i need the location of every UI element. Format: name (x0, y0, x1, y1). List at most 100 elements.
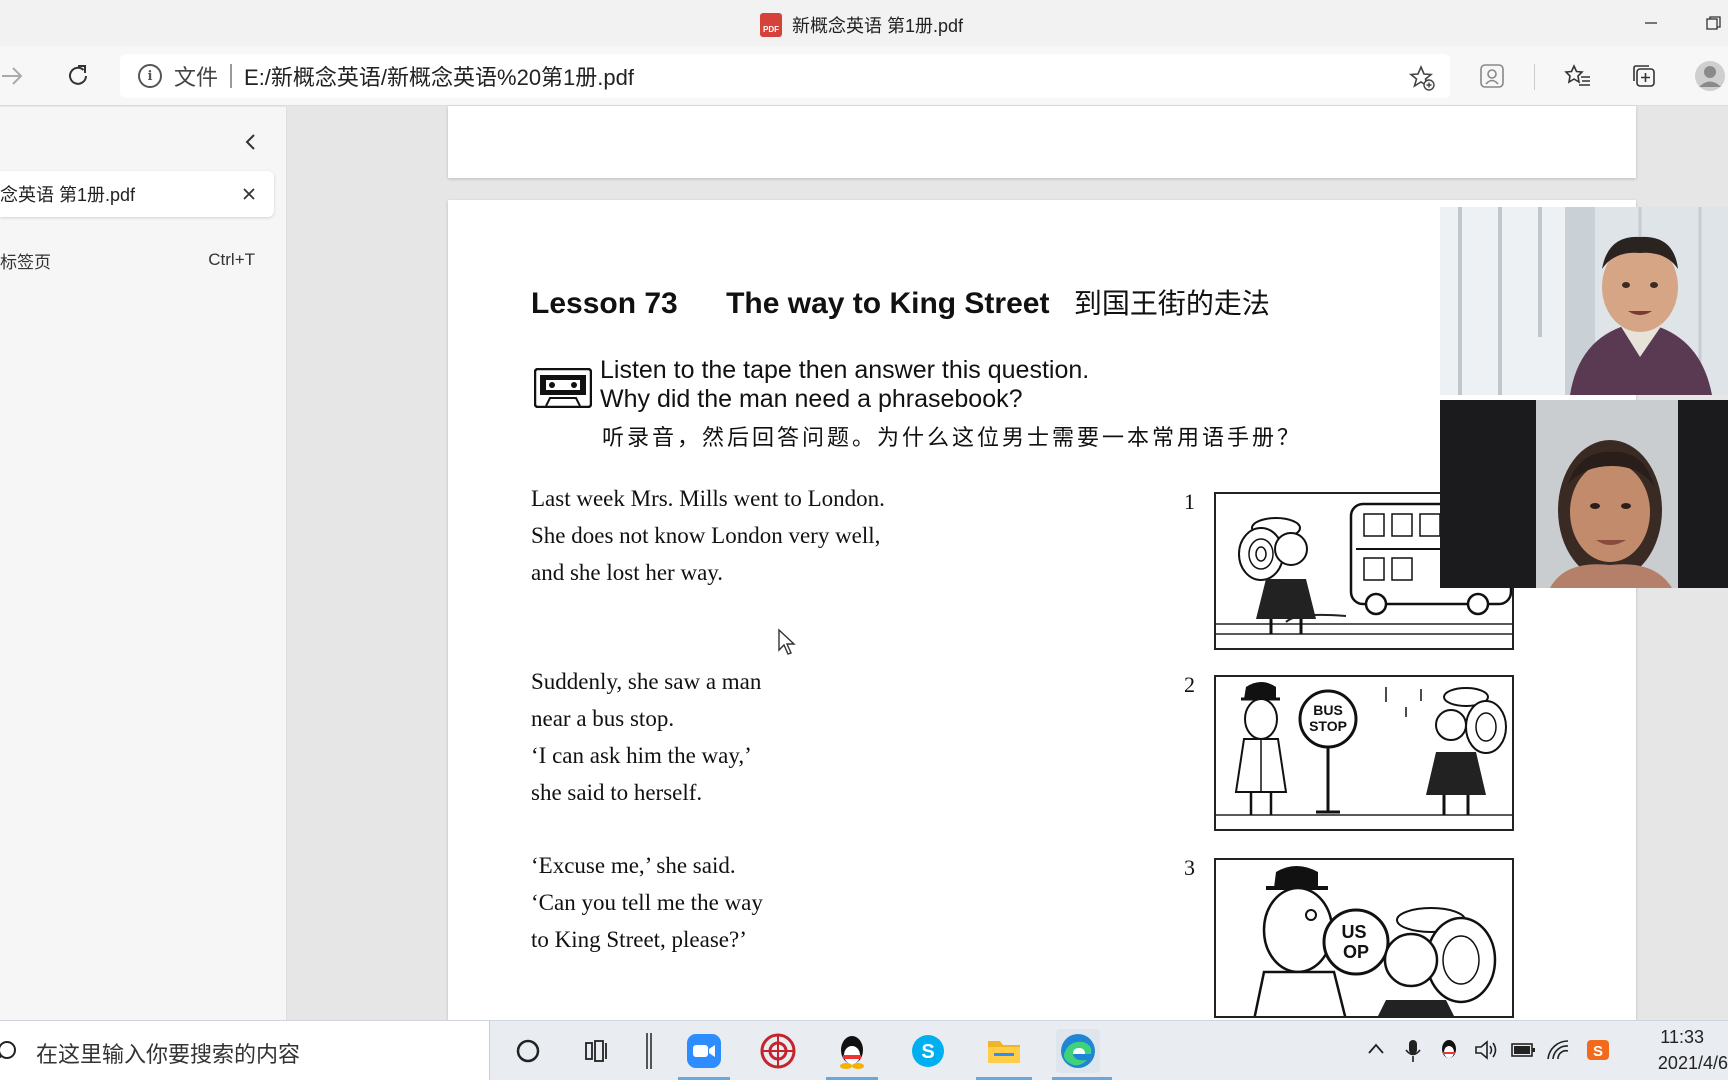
question-line-1: Listen to the tape then answer this ques… (600, 356, 1090, 384)
picture-number-3: 3 (1184, 855, 1195, 880)
question-line-2: Why did the man need a phrasebook? (600, 385, 1023, 413)
collections-button[interactable] (1628, 60, 1660, 92)
address-bar[interactable]: i 文件 E:/新概念英语/新概念英语%20第1册.pdf (120, 54, 1450, 98)
zoom-camera-icon (687, 1034, 721, 1068)
address-scheme-label: 文件 (174, 65, 219, 90)
refresh-button[interactable] (62, 60, 94, 92)
cartoon-panel-2: BUS STOP (1214, 675, 1514, 831)
paragraph-line: Suddenly, she saw a man (531, 669, 762, 694)
paragraph-line: Last week Mrs. Mills went to London. (531, 486, 885, 511)
search-icon (0, 1041, 16, 1059)
toolbar-divider (1534, 64, 1535, 90)
info-icon[interactable]: i (138, 64, 162, 88)
lesson-heading: Lesson 73 The way to King Street 到国王街的走法 (531, 282, 1270, 322)
cartoon-bus-stop-illustration: BUS STOP (1216, 682, 1512, 816)
bus-stop-sign-line-1: BUS (1313, 702, 1343, 718)
sogou-input-icon[interactable]: S (1586, 1039, 1610, 1061)
svg-text:S: S (921, 1041, 934, 1063)
cortana-button[interactable] (506, 1029, 550, 1073)
immersive-reader-button[interactable] (1476, 60, 1508, 92)
chevron-left-icon (245, 134, 255, 150)
avatar-icon (1695, 61, 1725, 91)
cartoon-panel-3: US OP (1214, 858, 1514, 1018)
restore-icon (1706, 16, 1721, 30)
favorites-button[interactable] (1562, 60, 1594, 92)
video-feed-student (1440, 400, 1728, 588)
task-view-icon (585, 1040, 607, 1062)
paragraph-line: ‘I can ask him the way,’ (531, 743, 752, 768)
zoom-app-button[interactable] (682, 1029, 726, 1073)
picture-number-2: 2 (1184, 672, 1195, 697)
paragraph-1: Last week Mrs. Mills went to London. She… (531, 480, 885, 591)
file-explorer-button[interactable] (982, 1029, 1026, 1073)
add-favorite-button[interactable] (1408, 64, 1436, 97)
svg-text:S: S (1593, 1043, 1603, 1060)
close-tab-button[interactable] (238, 183, 260, 205)
paragraph-line: ‘Can you tell me the way (531, 890, 763, 915)
close-icon (243, 188, 255, 200)
lesson-title-zh: 到国王街的走法 (1073, 288, 1270, 319)
netease-music-button[interactable] (756, 1029, 800, 1073)
volume-icon[interactable] (1474, 1039, 1498, 1061)
edge-app-button[interactable] (1056, 1029, 1100, 1073)
battery-icon[interactable] (1510, 1039, 1536, 1061)
cartoon-asking-way-illustration: US OP (1253, 866, 1497, 1016)
task-view-button[interactable] (576, 1029, 620, 1073)
tab-title: 念英语 第1册.pdf (0, 185, 136, 205)
paragraph-3: ‘Excuse me,’ she said. ‘Can you tell me … (531, 847, 763, 958)
webcam-person-illustration (1440, 400, 1728, 588)
taskbar-clock-time[interactable]: 11:33 (1660, 1027, 1704, 1048)
window-title: PDF 新概念英语 第1册.pdf (760, 12, 963, 38)
mouse-cursor-icon (778, 628, 796, 655)
minimize-icon (1645, 22, 1657, 24)
show-hidden-icons-chevron-icon[interactable] (1366, 1039, 1386, 1059)
qq-tray-icon[interactable] (1438, 1039, 1460, 1061)
reader-icon (1480, 64, 1504, 88)
paragraph-2: Suddenly, she saw a man near a bus stop.… (531, 663, 761, 811)
tab-pdf[interactable]: 念英语 第1册.pdf (0, 171, 274, 217)
address-url[interactable]: E:/新概念英语/新概念英语%20第1册.pdf (244, 60, 634, 92)
partial-sign-line-1: US (1341, 922, 1366, 942)
new-tab-label: 标签页 (0, 252, 51, 272)
search-placeholder: 在这里输入你要搜索的内容 (36, 1042, 301, 1067)
pdf-previous-page (448, 106, 1636, 178)
favorites-list-icon (1564, 64, 1590, 86)
edge-browser-icon (1061, 1034, 1095, 1068)
collections-icon (1633, 65, 1655, 87)
qq-app-button[interactable] (830, 1029, 874, 1073)
collapse-sidebar-button[interactable] (236, 127, 266, 157)
profile-button[interactable] (1694, 60, 1726, 92)
cortana-circle-icon (516, 1039, 540, 1063)
bus-stop-sign-line-2: STOP (1309, 718, 1347, 734)
refresh-icon (69, 65, 87, 85)
folder-icon (988, 1041, 1020, 1063)
minimize-button[interactable] (1636, 8, 1666, 38)
windows-taskbar: 在这里输入你要搜索的内容 S S 11:33 2021/4/6 (0, 1020, 1728, 1080)
qq-penguin-icon (840, 1036, 864, 1069)
partial-sign-line-2: OP (1343, 942, 1369, 962)
restore-button[interactable] (1698, 8, 1728, 38)
taskbar-separator (646, 1033, 652, 1069)
skype-app-button[interactable]: S (906, 1029, 950, 1073)
lesson-number: Lesson 73 (531, 287, 678, 320)
paragraph-line: She does not know London very well, (531, 523, 881, 548)
forward-arrow-icon (2, 67, 23, 85)
lesson-title-en: The way to King Street (726, 287, 1050, 320)
forward-button[interactable] (0, 60, 28, 92)
wifi-icon[interactable] (1546, 1039, 1572, 1061)
video-feed-teacher (1440, 207, 1728, 395)
skype-icon: S (912, 1035, 944, 1067)
new-tab-button[interactable]: 标签页 Ctrl+T (0, 245, 270, 275)
pdf-file-icon: PDF (760, 13, 782, 37)
paragraph-line: near a bus stop. (531, 706, 675, 731)
taskbar-clock-date[interactable]: 2021/4/6 (1658, 1053, 1728, 1074)
star-add-icon (1408, 64, 1435, 91)
taskbar-search-box[interactable]: 在这里输入你要搜索的内容 (0, 1021, 490, 1080)
microphone-icon[interactable] (1404, 1039, 1422, 1063)
paragraph-line: to King Street, please?’ (531, 927, 747, 952)
paragraph-line: and she lost her way. (531, 560, 724, 585)
title-bar: PDF 新概念英语 第1册.pdf (0, 0, 1728, 46)
paragraph-line: ‘Excuse me,’ she said. (531, 853, 736, 878)
vertical-tabs-sidebar: 念英语 第1册.pdf 标签页 Ctrl+T (0, 107, 287, 1020)
picture-number-1: 1 (1184, 489, 1195, 514)
